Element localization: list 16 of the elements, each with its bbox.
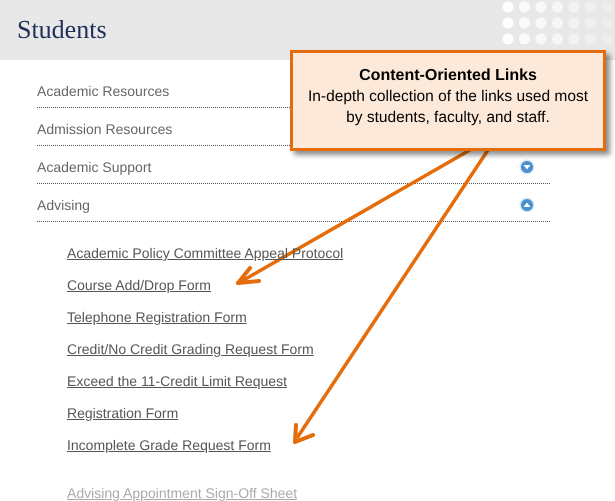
form-link[interactable]: Telephone Registration Form (67, 308, 247, 340)
form-link[interactable]: Academic Policy Committee Appeal Protocol (67, 244, 344, 276)
form-link[interactable]: Credit/No Credit Grading Request Form (67, 340, 314, 372)
callout-title: Content-Oriented Links (358, 67, 538, 85)
form-link[interactable]: Exceed the 11-Credit Limit Request (67, 372, 287, 404)
expand-icon[interactable] (519, 158, 535, 174)
collapse-icon[interactable] (519, 196, 535, 212)
page-title: Students (17, 15, 107, 45)
section-link[interactable]: Advising (37, 196, 90, 212)
section-link[interactable]: Admission Resources (37, 120, 172, 136)
form-link[interactable]: Registration Form (67, 404, 178, 436)
section-link[interactable]: Academic Resources (37, 82, 170, 98)
callout-text: In-depth collection of the links used most by students, faculty, and staff. (307, 87, 589, 128)
section-link[interactable]: Academic Support (37, 158, 152, 174)
form-link[interactable]: Course Add/Drop Form (67, 276, 211, 308)
form-link[interactable]: Incomplete Grade Request Form (67, 436, 271, 468)
